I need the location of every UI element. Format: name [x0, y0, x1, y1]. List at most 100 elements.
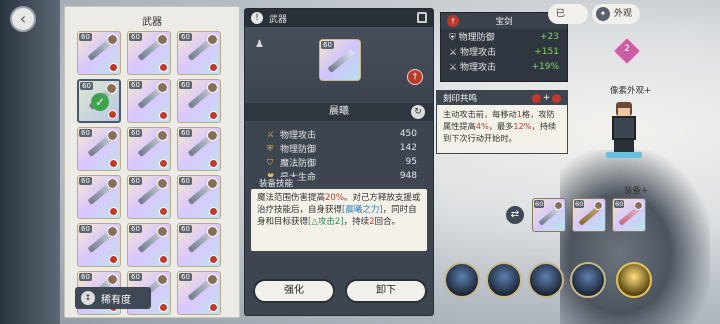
stat-label: 物理攻击	[280, 130, 317, 141]
avatar	[157, 34, 168, 45]
ultimate-skill-icon[interactable]	[616, 262, 652, 298]
class-badge-icon	[159, 303, 168, 312]
weapon-image: 60	[319, 39, 361, 81]
avatar	[207, 82, 218, 93]
equip-label[interactable]: 装备+	[624, 184, 648, 196]
avatar	[594, 201, 603, 210]
rarity-sort-button[interactable]: ↕ 稀有度	[75, 287, 151, 309]
sprite-face	[618, 108, 630, 116]
avatar	[207, 130, 218, 141]
avatar	[157, 130, 168, 141]
weapon-card[interactable]: 60	[127, 223, 171, 267]
class-badge-icon	[159, 111, 168, 120]
avatar	[554, 201, 563, 210]
tab-prev[interactable]: 已	[548, 4, 588, 24]
weapon-level-badge: 60	[129, 225, 142, 233]
class-badge-icon	[108, 110, 117, 119]
weapon-card[interactable]: 60	[177, 223, 221, 267]
equip-slot-armor[interactable]: 60	[572, 198, 606, 232]
avatar	[157, 82, 168, 93]
lock-icon[interactable]	[417, 12, 427, 23]
weapon-card[interactable]: 60	[77, 31, 121, 75]
weapon-card[interactable]: 60	[127, 31, 171, 75]
alert-icon: !	[251, 12, 263, 24]
stat-row-physical-defense: ⛨ 物理防御 142	[267, 141, 417, 155]
weapon-card[interactable]: 60	[127, 127, 171, 171]
seal-plus: +	[542, 93, 550, 103]
detail-header: ! 武器	[245, 9, 433, 27]
skill-highlight: 20%	[325, 193, 344, 203]
buff-name: [△攻击2]	[308, 217, 344, 227]
rarity-sort-label: 稀有度	[101, 294, 131, 306]
weapon-card[interactable]: 60	[77, 223, 121, 267]
skill-text: ，持续	[343, 217, 370, 227]
enhance-button[interactable]: 强化	[253, 279, 335, 303]
sword-icon: ⚔	[449, 63, 460, 73]
equip-level: 60	[534, 200, 545, 208]
weapon-card[interactable]: 60 ✓	[77, 79, 121, 123]
bonus-stat-label: 物理攻击	[459, 63, 496, 73]
sword-class-icon: †	[447, 15, 459, 27]
weapon-card[interactable]: 60	[77, 127, 121, 171]
weapon-level-badge: 60	[129, 81, 142, 89]
heart-gem-count: 2	[624, 44, 630, 54]
inventory-title: 武器	[142, 17, 162, 28]
appearance-icon: ✦	[596, 7, 610, 21]
weapon-inventory-panel: 武器 60 60 60 60 ✓ 60 60 60 60 60 60 60 60 60 60 60 60 60 60…	[64, 6, 240, 318]
skill-section-title: 装备技能	[255, 177, 298, 189]
class-badge-icon	[109, 63, 118, 72]
weapon-card[interactable]: 60	[127, 175, 171, 219]
weapon-card[interactable]: 60	[177, 79, 221, 123]
shield-icon: ⛨	[449, 33, 459, 43]
weapon-level-badge: 60	[129, 33, 142, 41]
sort-icon: ↕	[81, 291, 95, 305]
refresh-icon[interactable]: ↻	[411, 105, 425, 119]
weapon-level-badge: 60	[129, 129, 142, 137]
weapon-card[interactable]: 60	[77, 175, 121, 219]
skill-text: 回合。	[374, 217, 401, 227]
bonus-stat-value: +23	[540, 31, 559, 42]
avatar	[207, 226, 218, 237]
class-badge-icon	[209, 159, 218, 168]
weapon-level-badge: 60	[79, 33, 92, 41]
weapon-level-badge: 60	[179, 225, 192, 233]
weapon-card[interactable]: 60	[177, 175, 221, 219]
skill-slot-1-icon[interactable]	[444, 262, 480, 298]
pixel-appearance-label[interactable]: 像素外观+	[610, 84, 651, 96]
equip-slot-accessory[interactable]: 60	[612, 198, 646, 232]
avatar	[107, 34, 118, 45]
class-badge-icon	[109, 207, 118, 216]
class-badge-icon	[209, 63, 218, 72]
stat-row-physical-attack: ⚔ 物理攻击 450	[267, 127, 417, 141]
unequip-button[interactable]: 卸下	[345, 279, 427, 303]
skill-slot-2-icon[interactable]	[486, 262, 522, 298]
tab-appearance[interactable]: ✦ 外观	[592, 4, 641, 24]
skill-text: 魔法范围伤害提高	[257, 193, 326, 203]
skill-slot-3-icon[interactable]	[528, 262, 564, 298]
avatar	[157, 178, 168, 189]
back-button[interactable]: ‹	[10, 6, 36, 32]
equip-level: 60	[614, 200, 625, 208]
weapon-card[interactable]: 60	[177, 127, 221, 171]
weapon-card[interactable]: 60	[127, 79, 171, 123]
class-badge-icon	[159, 255, 168, 264]
avatar	[207, 34, 218, 45]
background-left-shade	[0, 0, 60, 324]
weapon-card[interactable]: 60	[177, 271, 221, 315]
swap-icon[interactable]: ⇄	[506, 206, 524, 224]
pixel-character-sprite	[604, 98, 644, 160]
avatar	[157, 226, 168, 237]
avatar	[157, 274, 168, 285]
sprite-body	[612, 116, 636, 140]
weapon-level-badge: 60	[129, 273, 142, 281]
avatar	[107, 178, 118, 189]
class-badge-icon	[159, 159, 168, 168]
check-icon: ✓	[91, 93, 109, 111]
tab-prev-label: 已	[556, 9, 566, 19]
equip-slot-weapon[interactable]: 60	[532, 198, 566, 232]
bonus-stat-row: ⚔ 物理攻击 +151	[441, 44, 567, 59]
weapon-card[interactable]: 60	[177, 31, 221, 75]
class-badge-icon	[109, 255, 118, 264]
skill-slot-4-icon[interactable]	[570, 262, 606, 298]
equipment-skill-description: 魔法范围伤害提高20%。对己方释放支援或治疗技能后，自身获得[晨曦之力]，同时自…	[251, 189, 427, 251]
